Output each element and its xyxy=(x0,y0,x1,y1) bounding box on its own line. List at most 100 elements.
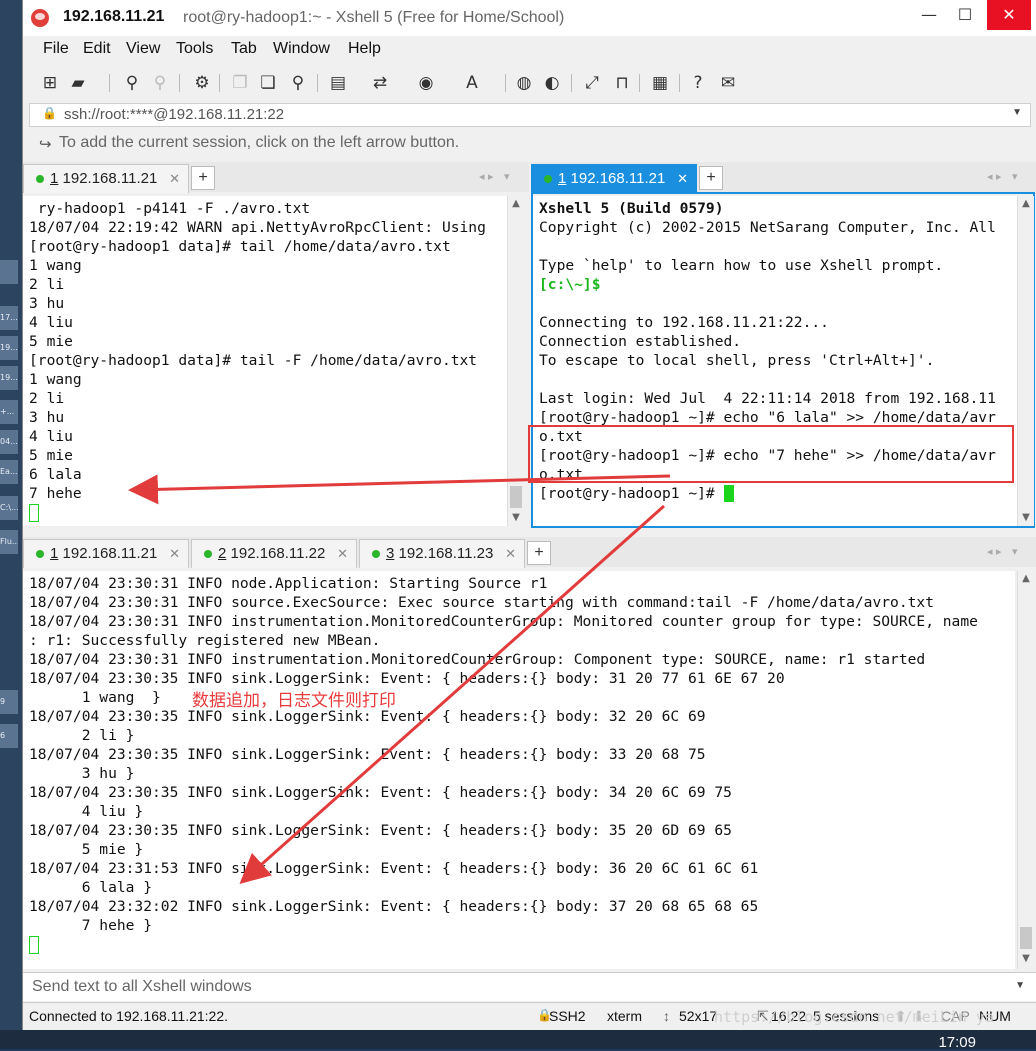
send-all-input[interactable]: Send text to all Xshell windows xyxy=(32,978,252,996)
lock-icon[interactable]: ⊓ xyxy=(611,72,633,94)
terminal-line: 5 mie } xyxy=(29,841,144,858)
terminal-line: 18/07/04 23:30:35 INFO sink.LoggerSink: … xyxy=(29,746,706,763)
terminal-line: 7 hehe } xyxy=(29,917,153,934)
desktop-tile[interactable]: 9 xyxy=(0,690,18,714)
add-tab-button[interactable]: + xyxy=(191,166,215,190)
terminal-line: To escape to local shell, press 'Ctrl+Al… xyxy=(539,352,935,369)
menu-tools[interactable]: Tools xyxy=(176,40,213,58)
find-icon[interactable]: ⚲ xyxy=(287,72,309,94)
terminal-line: 18/07/04 23:31:53 INFO sink.LoggerSink: … xyxy=(29,860,759,877)
title-bar[interactable]: 192.168.11.21 root@ry-hadoop1:~ - Xshell… xyxy=(23,0,1036,36)
send-all-bar[interactable]: Send text to all Xshell windows ▼ xyxy=(23,972,1036,1001)
menu-help[interactable]: Help xyxy=(348,40,381,58)
tab-session-2[interactable]: 2 192.168.11.22 ✕ xyxy=(191,539,357,568)
terminal-bottom[interactable]: 18/07/04 23:30:31 INFO node.Application:… xyxy=(23,571,1015,969)
tab-session-3[interactable]: 3 192.168.11.23 ✕ xyxy=(359,539,525,568)
scrollbar-bottom[interactable]: ▲ ▼ xyxy=(1017,571,1034,969)
close-tab-icon[interactable]: ✕ xyxy=(169,165,180,193)
terminal-line: 4 liu xyxy=(29,428,73,445)
help-icon[interactable]: ? xyxy=(687,72,709,94)
desktop-tile[interactable]: 19... xyxy=(0,336,18,360)
fullscreen-icon[interactable]: ⤢ xyxy=(581,72,603,94)
terminal-cursor xyxy=(29,504,39,522)
scroll-down-icon[interactable]: ▼ xyxy=(1018,512,1034,523)
transfer-icon[interactable]: ⇄ xyxy=(369,72,391,94)
xftp-icon[interactable]: ◍ xyxy=(513,72,535,94)
disconnect-icon[interactable]: ⚲ xyxy=(149,72,171,94)
chevron-down-icon[interactable]: ▼ xyxy=(1015,980,1025,991)
xshell-app-icon[interactable] xyxy=(31,9,49,27)
desktop-tile[interactable]: 19... xyxy=(0,366,18,390)
scroll-down-icon[interactable]: ▼ xyxy=(508,512,524,523)
menu-view[interactable]: View xyxy=(126,40,160,58)
scroll-thumb[interactable] xyxy=(510,486,522,508)
desktop-tile[interactable]: 17... xyxy=(0,306,18,330)
address-bar[interactable]: 🔒 ssh://root:****@192.168.11.21:22 ▼ xyxy=(29,103,1031,127)
toolbar-separator xyxy=(317,74,318,92)
open-folder-icon[interactable]: ▰ xyxy=(67,72,89,94)
close-tab-icon[interactable]: ✕ xyxy=(677,165,688,193)
close-button[interactable]: ✕ xyxy=(987,0,1031,30)
scrollbar-top-right[interactable]: ▲ ▼ xyxy=(1017,196,1034,526)
xshell-icon[interactable]: ◐ xyxy=(541,72,563,94)
terminal-line: 18/07/04 23:30:31 INFO instrumentation.M… xyxy=(29,613,978,630)
tab-nav-arrows[interactable]: ◂ ▸ ▾ xyxy=(479,170,510,183)
terminal-top-left[interactable]: ry-hadoop1 -p4141 -F ./avro.txt 18/07/04 … xyxy=(23,196,507,526)
globe-icon[interactable]: ◉ xyxy=(415,72,437,94)
desktop-tile[interactable]: C:\... xyxy=(0,496,18,520)
chat-icon[interactable]: ✉ xyxy=(717,72,739,94)
desktop-tile[interactable] xyxy=(0,260,18,284)
keyboard-icon[interactable]: ▦ xyxy=(649,72,671,94)
close-tab-icon[interactable]: ✕ xyxy=(505,540,516,568)
scroll-up-icon[interactable]: ▲ xyxy=(508,198,524,209)
menu-window[interactable]: Window xyxy=(273,40,330,58)
desktop-tile[interactable]: 04... xyxy=(0,430,18,454)
scroll-up-icon[interactable]: ▲ xyxy=(1018,198,1034,209)
menu-file[interactable]: File xyxy=(43,40,69,58)
chevron-down-icon[interactable]: ▼ xyxy=(1012,107,1022,118)
desktop-tile[interactable]: Ea... xyxy=(0,460,18,484)
terminal-line: 18/07/04 22:19:42 WARN api.NettyAvroRpcC… xyxy=(29,219,486,236)
print-icon[interactable]: ▤ xyxy=(327,72,349,94)
taskbar: 17:09 xyxy=(0,1030,1036,1051)
menu-edit[interactable]: Edit xyxy=(83,40,111,58)
maximize-button[interactable]: ☐ xyxy=(943,0,987,30)
watermark: https://blog.csdn.net/meiLin ya xyxy=(714,1008,994,1026)
tab-session-1-active[interactable]: 1 192.168.11.21 ✕ xyxy=(531,164,697,193)
add-tab-button[interactable]: + xyxy=(699,166,723,190)
terminal-line: [c:\~]$ xyxy=(539,276,601,293)
close-tab-icon[interactable]: ✕ xyxy=(337,540,348,568)
menu-tab[interactable]: Tab xyxy=(231,40,257,58)
terminal-line: : r1: Successfully registered new MBean. xyxy=(29,632,381,649)
status-term: xterm xyxy=(607,1008,642,1024)
scroll-thumb[interactable] xyxy=(1020,927,1032,949)
terminal-line: 1 wang xyxy=(29,371,82,388)
scroll-up-icon[interactable]: ▲ xyxy=(1018,573,1034,584)
terminal-line: 3 hu xyxy=(29,409,65,426)
new-session-icon[interactable]: ⊞ xyxy=(39,72,61,94)
arrow-icon[interactable]: ↪ xyxy=(39,135,52,153)
terminal-line: [root@ry-hadoop1 ~]# xyxy=(539,485,724,502)
copy-icon[interactable]: ❐ xyxy=(229,72,251,94)
scrollbar-top-left[interactable]: ▲ ▼ xyxy=(507,196,524,526)
font-icon[interactable]: A xyxy=(461,72,483,94)
tab-session-1[interactable]: 1 192.168.11.21 ✕ xyxy=(23,539,189,568)
paste-icon[interactable]: ❏ xyxy=(257,72,279,94)
properties-icon[interactable]: ⚙ xyxy=(191,72,213,94)
reconnect-icon[interactable]: ⚲ xyxy=(121,72,143,94)
tab-session-1[interactable]: 1 192.168.11.21 ✕ xyxy=(23,164,189,193)
terminal-line: Connection established. xyxy=(539,333,742,350)
tab-nav-arrows[interactable]: ◂ ▸ ▾ xyxy=(987,170,1018,183)
toolbar-separator xyxy=(219,74,220,92)
terminal-line: 18/07/04 23:30:35 INFO sink.LoggerSink: … xyxy=(29,822,732,839)
terminal-line: [root@ry-hadoop1 data]# tail /home/data/… xyxy=(29,238,451,255)
close-tab-icon[interactable]: ✕ xyxy=(169,540,180,568)
add-tab-button[interactable]: + xyxy=(527,541,551,565)
desktop-tile[interactable]: Flu... xyxy=(0,530,18,554)
desktop-tile[interactable]: 6 xyxy=(0,724,18,748)
scroll-down-icon[interactable]: ▼ xyxy=(1018,953,1034,964)
terminal-line: 18/07/04 23:30:31 INFO node.Application:… xyxy=(29,575,548,592)
tab-nav-arrows[interactable]: ◂ ▸ ▾ xyxy=(987,545,1018,558)
terminal-line: 7 hehe xyxy=(29,485,82,502)
desktop-tile[interactable]: +... xyxy=(0,400,18,424)
